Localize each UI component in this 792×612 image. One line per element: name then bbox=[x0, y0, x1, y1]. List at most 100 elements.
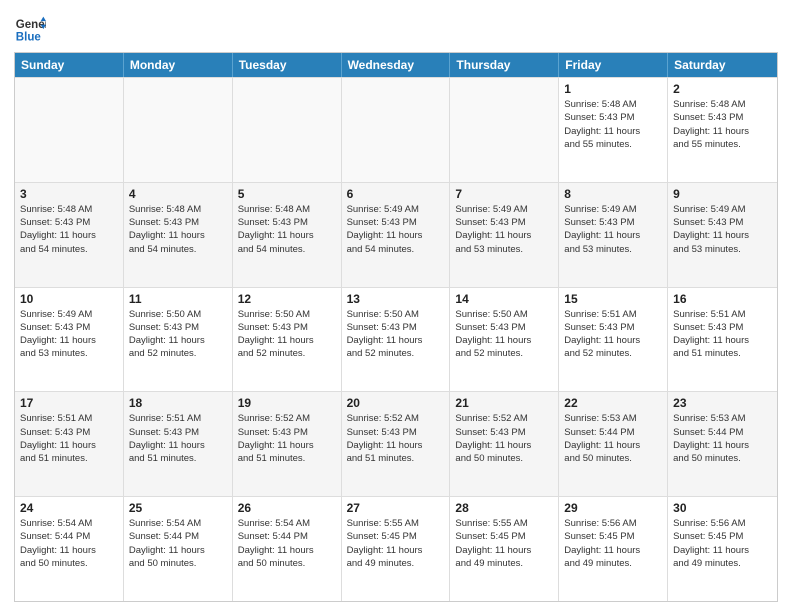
day-number: 1 bbox=[564, 82, 662, 96]
weekday-header: Tuesday bbox=[233, 53, 342, 77]
calendar: SundayMondayTuesdayWednesdayThursdayFrid… bbox=[14, 52, 778, 602]
day-number: 7 bbox=[455, 187, 553, 201]
day-number: 4 bbox=[129, 187, 227, 201]
day-cell: 27Sunrise: 5:55 AM Sunset: 5:45 PM Dayli… bbox=[342, 497, 451, 601]
day-cell: 9 Sunrise: 5:49 AM Sunset: 5:43 PM Daylig… bbox=[668, 183, 777, 287]
day-info: Sunrise: 5:48 AM Sunset: 5:43 PM Dayligh… bbox=[238, 203, 336, 256]
day-info: Sunrise: 5:54 AM Sunset: 5:44 PM Dayligh… bbox=[20, 517, 118, 570]
weekday-header: Wednesday bbox=[342, 53, 451, 77]
day-cell: 22 Sunrise: 5:53 AM Sunset: 5:44 PM Dayli… bbox=[559, 392, 668, 496]
day-number: 24 bbox=[20, 501, 118, 515]
day-info: Sunrise: 5:54 AM Sunset: 5:44 PM Dayligh… bbox=[129, 517, 227, 570]
day-cell: 14 Sunrise: 5:50 AM Sunset: 5:43 PM Dayli… bbox=[450, 288, 559, 392]
day-info: Sunrise: 5:49 AM Sunset: 5:43 PM Dayligh… bbox=[20, 308, 118, 361]
day-info: Sunrise: 5:50 AM Sunset: 5:43 PM Dayligh… bbox=[238, 308, 336, 361]
day-cell: 13 Sunrise: 5:50 AM Sunset: 5:43 PM Dayli… bbox=[342, 288, 451, 392]
calendar-row: 1 Sunrise: 5:48 AM Sunset: 5:43 PM Daylig… bbox=[15, 77, 777, 182]
day-number: 3 bbox=[20, 187, 118, 201]
day-info: Sunrise: 5:49 AM Sunset: 5:43 PM Dayligh… bbox=[347, 203, 445, 256]
calendar-row: 10 Sunrise: 5:49 AM Sunset: 5:43 PM Dayli… bbox=[15, 287, 777, 392]
day-info: Sunrise: 5:56 AM Sunset: 5:45 PM Dayligh… bbox=[564, 517, 662, 570]
empty-cell bbox=[450, 78, 559, 182]
day-info: Sunrise: 5:55 AM Sunset: 5:45 PM Dayligh… bbox=[347, 517, 445, 570]
day-info: Sunrise: 5:51 AM Sunset: 5:43 PM Dayligh… bbox=[129, 412, 227, 465]
calendar-row: 3 Sunrise: 5:48 AM Sunset: 5:43 PM Daylig… bbox=[15, 182, 777, 287]
logo-icon: General Blue bbox=[14, 14, 46, 46]
day-info: Sunrise: 5:50 AM Sunset: 5:43 PM Dayligh… bbox=[347, 308, 445, 361]
day-info: Sunrise: 5:53 AM Sunset: 5:44 PM Dayligh… bbox=[564, 412, 662, 465]
day-number: 16 bbox=[673, 292, 772, 306]
day-cell: 19 Sunrise: 5:52 AM Sunset: 5:43 PM Dayli… bbox=[233, 392, 342, 496]
empty-cell bbox=[124, 78, 233, 182]
day-number: 17 bbox=[20, 396, 118, 410]
calendar-row: 17 Sunrise: 5:51 AM Sunset: 5:43 PM Dayli… bbox=[15, 391, 777, 496]
day-info: Sunrise: 5:49 AM Sunset: 5:43 PM Dayligh… bbox=[564, 203, 662, 256]
day-number: 9 bbox=[673, 187, 772, 201]
day-number: 29 bbox=[564, 501, 662, 515]
weekday-header: Thursday bbox=[450, 53, 559, 77]
day-cell: 3 Sunrise: 5:48 AM Sunset: 5:43 PM Daylig… bbox=[15, 183, 124, 287]
day-number: 22 bbox=[564, 396, 662, 410]
day-info: Sunrise: 5:56 AM Sunset: 5:45 PM Dayligh… bbox=[673, 517, 772, 570]
day-info: Sunrise: 5:54 AM Sunset: 5:44 PM Dayligh… bbox=[238, 517, 336, 570]
calendar-header: SundayMondayTuesdayWednesdayThursdayFrid… bbox=[15, 53, 777, 77]
day-info: Sunrise: 5:48 AM Sunset: 5:43 PM Dayligh… bbox=[129, 203, 227, 256]
day-number: 12 bbox=[238, 292, 336, 306]
empty-cell bbox=[15, 78, 124, 182]
day-info: Sunrise: 5:52 AM Sunset: 5:43 PM Dayligh… bbox=[347, 412, 445, 465]
day-info: Sunrise: 5:51 AM Sunset: 5:43 PM Dayligh… bbox=[673, 308, 772, 361]
day-number: 28 bbox=[455, 501, 553, 515]
day-cell: 23 Sunrise: 5:53 AM Sunset: 5:44 PM Dayli… bbox=[668, 392, 777, 496]
empty-cell bbox=[233, 78, 342, 182]
day-number: 18 bbox=[129, 396, 227, 410]
day-cell: 2Sunrise: 5:48 AM Sunset: 5:43 PM Daylig… bbox=[668, 78, 777, 182]
day-info: Sunrise: 5:50 AM Sunset: 5:43 PM Dayligh… bbox=[129, 308, 227, 361]
header: General Blue bbox=[14, 10, 778, 46]
day-cell: 5Sunrise: 5:48 AM Sunset: 5:43 PM Daylig… bbox=[233, 183, 342, 287]
day-cell: 8 Sunrise: 5:49 AM Sunset: 5:43 PM Daylig… bbox=[559, 183, 668, 287]
day-cell: 1 Sunrise: 5:48 AM Sunset: 5:43 PM Daylig… bbox=[559, 78, 668, 182]
day-number: 6 bbox=[347, 187, 445, 201]
weekday-header: Friday bbox=[559, 53, 668, 77]
day-number: 2 bbox=[673, 82, 772, 96]
day-cell: 6 Sunrise: 5:49 AM Sunset: 5:43 PM Daylig… bbox=[342, 183, 451, 287]
day-cell: 10 Sunrise: 5:49 AM Sunset: 5:43 PM Dayli… bbox=[15, 288, 124, 392]
day-info: Sunrise: 5:48 AM Sunset: 5:43 PM Dayligh… bbox=[564, 98, 662, 151]
weekday-header: Saturday bbox=[668, 53, 777, 77]
logo: General Blue bbox=[14, 14, 48, 46]
day-number: 8 bbox=[564, 187, 662, 201]
day-info: Sunrise: 5:49 AM Sunset: 5:43 PM Dayligh… bbox=[673, 203, 772, 256]
page: General Blue SundayMondayTuesdayWednesda… bbox=[0, 0, 792, 612]
day-number: 13 bbox=[347, 292, 445, 306]
day-info: Sunrise: 5:52 AM Sunset: 5:43 PM Dayligh… bbox=[238, 412, 336, 465]
day-number: 26 bbox=[238, 501, 336, 515]
day-cell: 21Sunrise: 5:52 AM Sunset: 5:43 PM Dayli… bbox=[450, 392, 559, 496]
day-number: 25 bbox=[129, 501, 227, 515]
day-info: Sunrise: 5:50 AM Sunset: 5:43 PM Dayligh… bbox=[455, 308, 553, 361]
day-number: 15 bbox=[564, 292, 662, 306]
day-info: Sunrise: 5:49 AM Sunset: 5:43 PM Dayligh… bbox=[455, 203, 553, 256]
day-number: 23 bbox=[673, 396, 772, 410]
calendar-body: 1 Sunrise: 5:48 AM Sunset: 5:43 PM Daylig… bbox=[15, 77, 777, 601]
day-info: Sunrise: 5:55 AM Sunset: 5:45 PM Dayligh… bbox=[455, 517, 553, 570]
day-number: 20 bbox=[347, 396, 445, 410]
day-info: Sunrise: 5:51 AM Sunset: 5:43 PM Dayligh… bbox=[564, 308, 662, 361]
day-number: 14 bbox=[455, 292, 553, 306]
day-cell: 18 Sunrise: 5:51 AM Sunset: 5:43 PM Dayli… bbox=[124, 392, 233, 496]
day-cell: 12 Sunrise: 5:50 AM Sunset: 5:43 PM Dayli… bbox=[233, 288, 342, 392]
day-info: Sunrise: 5:48 AM Sunset: 5:43 PM Dayligh… bbox=[20, 203, 118, 256]
day-info: Sunrise: 5:53 AM Sunset: 5:44 PM Dayligh… bbox=[673, 412, 772, 465]
day-cell: 24 Sunrise: 5:54 AM Sunset: 5:44 PM Dayli… bbox=[15, 497, 124, 601]
day-cell: 30Sunrise: 5:56 AM Sunset: 5:45 PM Dayli… bbox=[668, 497, 777, 601]
day-cell: 17 Sunrise: 5:51 AM Sunset: 5:43 PM Dayli… bbox=[15, 392, 124, 496]
weekday-header: Monday bbox=[124, 53, 233, 77]
day-cell: 29 Sunrise: 5:56 AM Sunset: 5:45 PM Dayli… bbox=[559, 497, 668, 601]
calendar-row: 24 Sunrise: 5:54 AM Sunset: 5:44 PM Dayli… bbox=[15, 496, 777, 601]
day-cell: 26 Sunrise: 5:54 AM Sunset: 5:44 PM Dayli… bbox=[233, 497, 342, 601]
day-number: 19 bbox=[238, 396, 336, 410]
weekday-header: Sunday bbox=[15, 53, 124, 77]
day-cell: 15 Sunrise: 5:51 AM Sunset: 5:43 PM Dayli… bbox=[559, 288, 668, 392]
svg-text:Blue: Blue bbox=[16, 32, 42, 44]
day-number: 10 bbox=[20, 292, 118, 306]
day-info: Sunrise: 5:51 AM Sunset: 5:43 PM Dayligh… bbox=[20, 412, 118, 465]
